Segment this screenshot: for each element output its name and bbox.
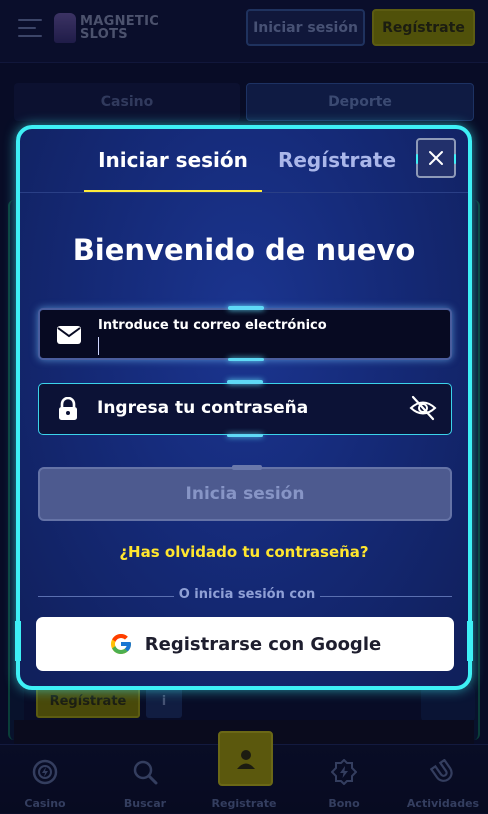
- close-button[interactable]: [416, 138, 456, 178]
- forgot-password-link[interactable]: ¿Has olvidado tu contraseña?: [20, 543, 468, 561]
- email-field[interactable]: Introduce tu correo electrónico: [38, 306, 452, 361]
- tab-login[interactable]: Iniciar sesión: [84, 129, 262, 191]
- login-modal: Iniciar sesión Regístrate Bienvenido de …: [15, 125, 473, 690]
- divider-label: O inicia sesión con: [178, 587, 316, 602]
- google-signin-button[interactable]: Registrarse con Google: [36, 617, 454, 671]
- divider-right: [320, 596, 452, 597]
- google-icon: [110, 634, 131, 654]
- eye-slash-icon[interactable]: [409, 394, 437, 422]
- login-submit-label: Inicia sesión: [185, 484, 305, 504]
- modal-edge-right: [467, 621, 473, 661]
- envelope-icon: [57, 326, 81, 344]
- text-caret: [98, 337, 99, 355]
- modal-tabs: Iniciar sesión Regístrate: [20, 129, 468, 193]
- tab-register[interactable]: Regístrate: [272, 129, 402, 191]
- google-signin-label: Registrarse con Google: [144, 633, 382, 655]
- email-field-label: Introduce tu correo electrónico: [98, 318, 327, 333]
- modal-edge-left: [15, 621, 21, 661]
- login-submit-button[interactable]: Inicia sesión: [38, 465, 452, 521]
- lock-icon: [59, 397, 77, 420]
- close-icon: [429, 151, 443, 165]
- active-tab-indicator: [84, 190, 262, 192]
- modal-title: Bienvenido de nuevo: [72, 233, 416, 267]
- divider-left: [38, 596, 174, 597]
- password-placeholder: Ingresa tu contraseña: [97, 398, 309, 418]
- password-field[interactable]: Ingresa tu contraseña: [38, 380, 452, 437]
